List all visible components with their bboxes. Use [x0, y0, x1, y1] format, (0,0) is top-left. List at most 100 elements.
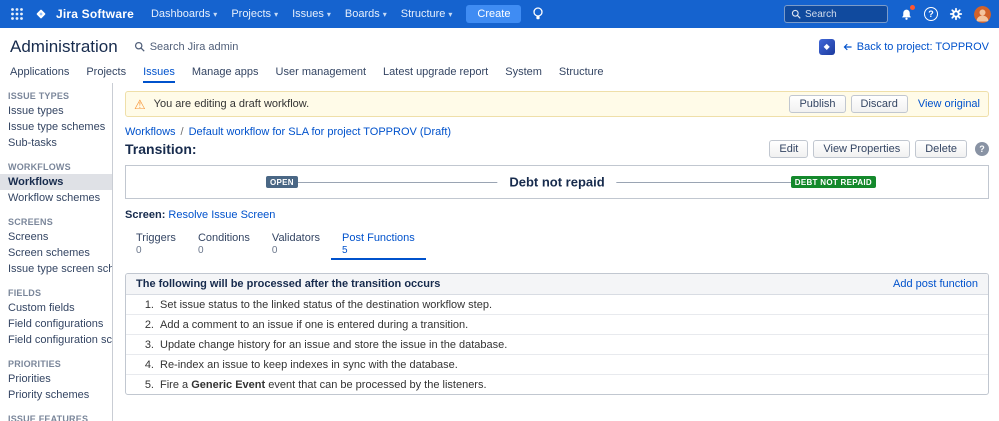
sidebar-item-priority-schemes[interactable]: Priority schemes [0, 387, 112, 403]
sidebar-section-fields: FIELDS Custom fields Field configuration… [0, 286, 112, 348]
sidebar-item-field-configurations[interactable]: Field configurations [0, 316, 112, 332]
sidebar-section-issue-features: ISSUE FEATURES Time tracking Issue linki… [0, 412, 112, 421]
transition-title: Transition: [125, 141, 197, 157]
tab-latest-upgrade-report[interactable]: Latest upgrade report [383, 61, 488, 83]
admin-search-box[interactable] [134, 40, 280, 53]
tab-structure[interactable]: Structure [559, 61, 604, 83]
chevron-down-icon: ▾ [326, 9, 331, 19]
create-button[interactable]: Create [466, 5, 522, 23]
tab-user-management[interactable]: User management [276, 61, 367, 83]
screen-label: Screen: [125, 209, 166, 221]
breadcrumb-separator: / [180, 126, 184, 138]
sidebar-item-field-configuration-schemes[interactable]: Field configuration schemes [0, 332, 112, 348]
back-to-project-link[interactable]: Back to project: TOPPROV [843, 41, 989, 53]
row-text: Re-index an issue to keep indexes in syn… [160, 358, 458, 371]
sidebar-section-title: WORKFLOWS [8, 162, 71, 172]
draft-workflow-banner: ⚠ You are editing a draft workflow. Publ… [125, 91, 989, 117]
tab-label: Post Functions [342, 232, 415, 244]
sidebar-item-priorities[interactable]: Priorities [0, 371, 112, 387]
lightbulb-icon[interactable] [529, 5, 547, 23]
gear-icon[interactable] [947, 5, 965, 23]
nav-item-dashboards[interactable]: Dashboards ▾ [144, 0, 224, 28]
publish-button[interactable]: Publish [789, 95, 846, 113]
transition-actions: Edit View Properties Delete ? [769, 140, 989, 158]
sidebar-section-title: ISSUE TYPES [8, 91, 70, 101]
sidebar-section-screens: SCREENS Screens Screen schemes Issue typ… [0, 215, 112, 277]
transition-title-row: Transition: Edit View Properties Delete … [125, 140, 989, 158]
row-text: Update change history for an issue and s… [160, 338, 508, 351]
view-original-link[interactable]: View original [918, 98, 980, 110]
sidebar-item-workflows[interactable]: Workflows [0, 174, 112, 190]
sidebar-item-issue-type-screen-schemes[interactable]: Issue type screen schemes [0, 261, 112, 277]
chevron-down-icon: ▾ [274, 9, 279, 19]
nav-search-input[interactable] [805, 8, 879, 20]
post-functions-header: The following will be processed after th… [126, 274, 988, 295]
chevron-down-icon: ▾ [448, 9, 453, 19]
tab-manage-apps[interactable]: Manage apps [192, 61, 259, 83]
nav-item-projects[interactable]: Projects ▾ [224, 0, 285, 28]
content-area: ISSUE TYPES Issue types Issue type schem… [0, 83, 999, 421]
transition-name-label: Debt not repaid [497, 174, 617, 190]
row-number: 2. [144, 318, 154, 331]
tab-conditions[interactable]: Conditions 0 [187, 229, 261, 260]
sidebar-section-title: ISSUE FEATURES [8, 414, 89, 421]
breadcrumb-workflows-link[interactable]: Workflows [125, 126, 176, 138]
admin-sidebar: ISSUE TYPES Issue types Issue type schem… [0, 83, 113, 421]
sidebar-item-sub-tasks[interactable]: Sub-tasks [0, 135, 112, 151]
sidebar-item-issue-types[interactable]: Issue types [0, 103, 112, 119]
nav-item-boards[interactable]: Boards ▾ [338, 0, 394, 28]
sidebar-item-issue-type-schemes[interactable]: Issue type schemes [0, 119, 112, 135]
sidebar-section-workflows: WORKFLOWS Workflows Workflow schemes [0, 160, 112, 206]
add-post-function-link[interactable]: Add post function [893, 278, 978, 290]
tab-post-functions[interactable]: Post Functions 5 [331, 229, 426, 260]
delete-button[interactable]: Delete [915, 140, 967, 158]
addon-icon[interactable]: ◆ [818, 38, 835, 55]
sidebar-item-workflow-schemes[interactable]: Workflow schemes [0, 190, 112, 206]
nav-search-box[interactable] [784, 5, 888, 23]
app-switcher-icon[interactable] [8, 5, 26, 23]
tab-label: Validators [271, 232, 321, 244]
help-icon[interactable]: ? [975, 142, 989, 156]
user-avatar[interactable] [974, 5, 991, 23]
tab-applications[interactable]: Applications [10, 61, 69, 83]
app-title[interactable]: Jira Software [56, 7, 134, 21]
back-to-project-label: Back to project: TOPPROV [856, 40, 989, 53]
tab-validators[interactable]: Validators 0 [261, 229, 331, 260]
return-arrow-icon [843, 43, 852, 50]
target-status-badge[interactable]: Debt not repaid [790, 176, 876, 188]
view-properties-button[interactable]: View Properties [813, 140, 911, 158]
tab-triggers[interactable]: Triggers 0 [125, 229, 187, 260]
row-number: 1. [144, 298, 154, 311]
source-status-badge[interactable]: OPEN [266, 176, 298, 188]
sidebar-item-screen-schemes[interactable]: Screen schemes [0, 245, 112, 261]
nav-item-label: Issues [292, 8, 324, 20]
tab-count: 0 [197, 245, 204, 256]
screen-link[interactable]: Resolve Issue Screen [168, 209, 275, 221]
breadcrumb-current-link[interactable]: Default workflow for SLA for project TOP… [189, 126, 451, 138]
tab-issues[interactable]: Issues [143, 61, 175, 83]
admin-search-input[interactable] [149, 40, 280, 53]
nav-item-structure[interactable]: Structure ▾ [394, 0, 460, 28]
nav-item-issues[interactable]: Issues ▾ [285, 0, 338, 28]
sidebar-item-custom-fields[interactable]: Custom fields [0, 300, 112, 316]
notification-dot [910, 5, 915, 10]
draft-banner-message: You are editing a draft workflow. [153, 98, 310, 110]
nav-right-group: ? [784, 5, 991, 23]
admin-tab-bar: Applications Projects Issues Manage apps… [0, 61, 999, 83]
tab-projects[interactable]: Projects [86, 61, 126, 83]
post-function-row: 5. Fire a Generic Event event that can b… [126, 375, 988, 394]
header-right-group: ◆ Back to project: TOPPROV [818, 38, 989, 55]
row-text: Set issue status to the linked status of… [160, 298, 493, 311]
tab-system[interactable]: System [505, 61, 542, 83]
row-number: 3. [144, 338, 154, 351]
jira-logo-icon[interactable] [32, 5, 50, 23]
edit-button[interactable]: Edit [769, 140, 809, 158]
sidebar-section-title: PRIORITIES [8, 359, 62, 369]
notifications-bell-icon[interactable] [897, 5, 915, 23]
discard-button[interactable]: Discard [850, 95, 908, 113]
search-icon [791, 9, 801, 19]
help-icon[interactable]: ? [924, 7, 938, 21]
warning-icon: ⚠ [134, 96, 146, 112]
sidebar-item-screens[interactable]: Screens [0, 229, 112, 245]
sidebar-section-priorities: PRIORITIES Priorities Priority schemes [0, 357, 112, 403]
